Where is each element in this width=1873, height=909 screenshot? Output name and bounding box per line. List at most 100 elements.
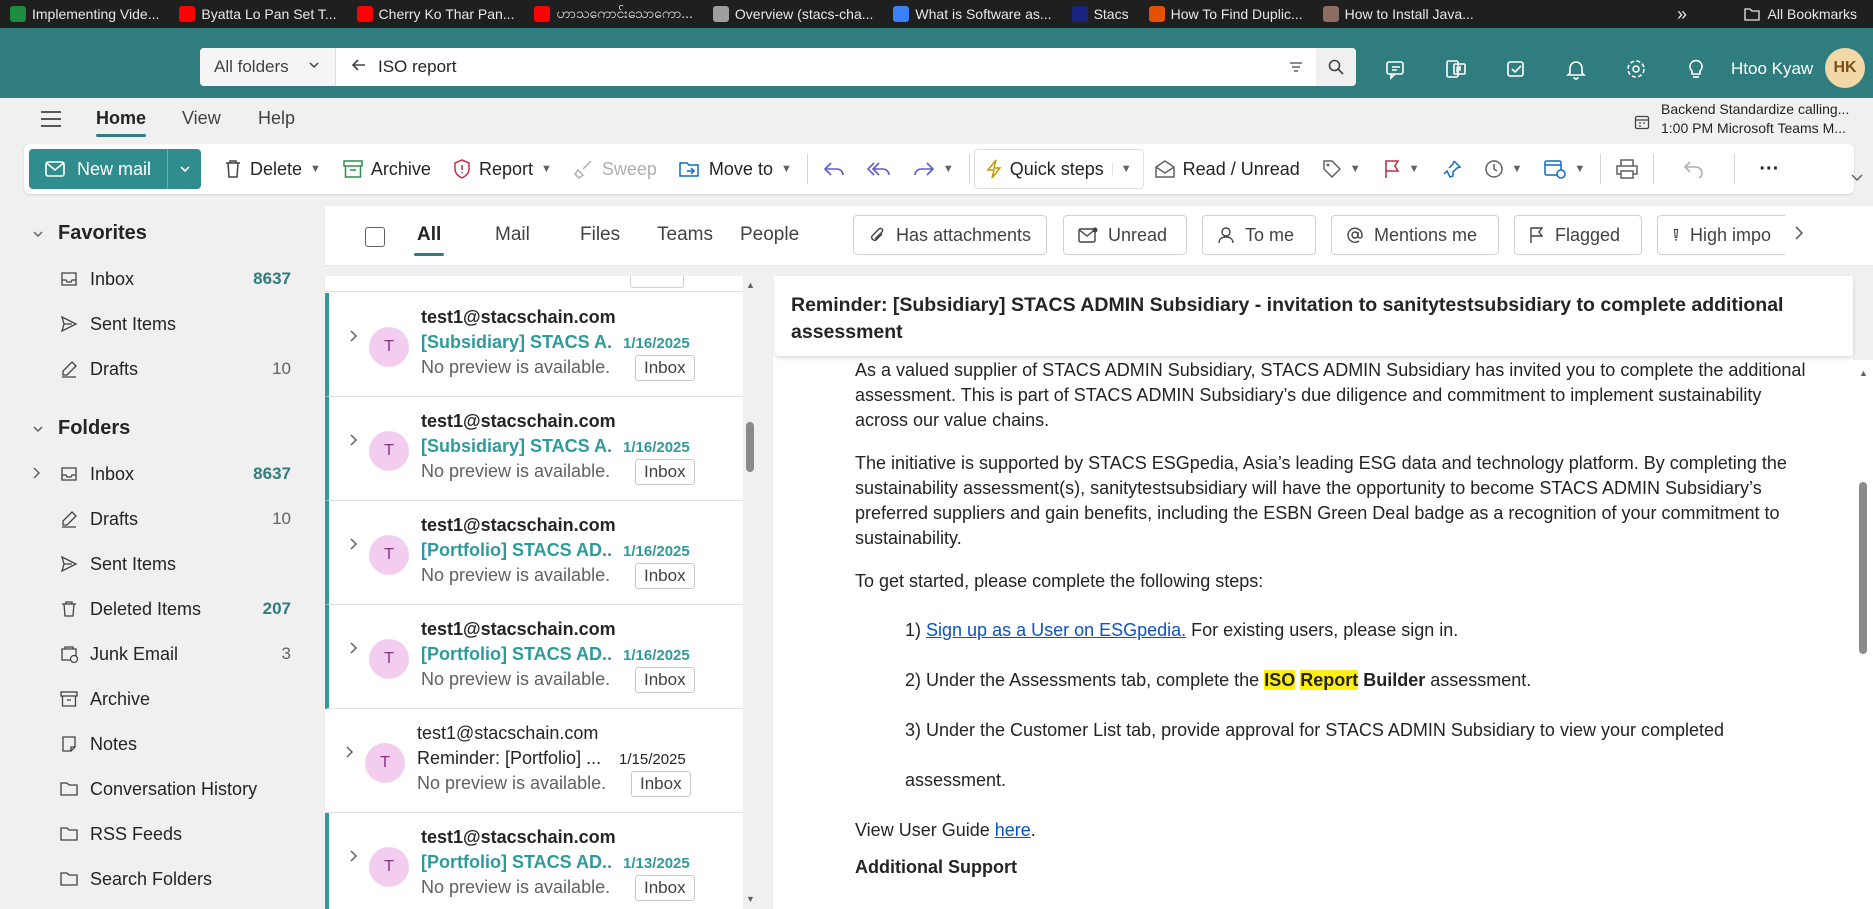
scroll-up-icon[interactable]: ▲ bbox=[1859, 368, 1868, 378]
signup-link[interactable]: Sign up as a User on ESGpedia. bbox=[926, 620, 1186, 640]
chevron-right-icon[interactable] bbox=[1793, 224, 1805, 247]
move-to-button[interactable]: Move to ▼ bbox=[668, 149, 803, 189]
filter-flagged[interactable]: Flagged bbox=[1514, 215, 1642, 255]
tab-files[interactable]: Files bbox=[580, 224, 620, 246]
search-input[interactable]: ISO report bbox=[378, 57, 1276, 77]
more-bookmarks-icon[interactable]: » bbox=[1677, 0, 1687, 28]
bookmark-item[interactable]: What is Software as... bbox=[883, 0, 1061, 28]
back-arrow-icon[interactable] bbox=[350, 56, 368, 79]
folder-tag[interactable]: Inbox bbox=[635, 875, 695, 901]
folders-header[interactable]: Folders bbox=[32, 417, 130, 440]
tab-view[interactable]: View bbox=[182, 108, 221, 129]
chevron-down-icon[interactable]: ▼ bbox=[781, 163, 792, 175]
user-name[interactable]: Htoo Kyaw bbox=[1731, 59, 1813, 79]
more-options-button[interactable]: ··· bbox=[1739, 149, 1799, 189]
filter-to-me[interactable]: To me bbox=[1202, 215, 1316, 255]
lightbulb-icon[interactable] bbox=[1666, 50, 1726, 88]
reply-button[interactable] bbox=[812, 149, 856, 189]
snooze-button[interactable]: ▼ bbox=[1473, 149, 1534, 189]
gear-icon[interactable] bbox=[1606, 50, 1666, 88]
new-mail-dropdown[interactable] bbox=[167, 149, 201, 189]
filter-has-attachments[interactable]: Has attachments bbox=[853, 215, 1047, 255]
reading-pane-scrollbar[interactable]: ▲ bbox=[1853, 360, 1873, 909]
pin-button[interactable] bbox=[1431, 149, 1473, 189]
bookmark-item[interactable]: How To Find Duplic... bbox=[1139, 0, 1313, 28]
sweep-button[interactable]: Sweep bbox=[563, 149, 668, 189]
bookmark-item[interactable]: Byatta Lo Pan Set T... bbox=[169, 0, 346, 28]
tab-teams[interactable]: Teams bbox=[657, 224, 713, 246]
folder-item-deleted-items[interactable]: Deleted Items 207 bbox=[60, 589, 295, 629]
categorize-button[interactable]: ▼ bbox=[1311, 149, 1372, 189]
folder-item-drafts[interactable]: Drafts 10 bbox=[60, 499, 295, 539]
onenote-icon[interactable] bbox=[1426, 50, 1486, 88]
filter-icon[interactable] bbox=[1276, 58, 1316, 76]
bookmark-item[interactable]: Overview (stacs-cha... bbox=[703, 0, 883, 28]
meeting-reminder[interactable]: Backend Standardize calling... 1:00 PM M… bbox=[1661, 100, 1849, 138]
list-item[interactable]: Ttest1@stacschain.com [Subsidiary] STACS … bbox=[325, 293, 743, 397]
scroll-thumb[interactable] bbox=[1859, 482, 1867, 654]
scroll-up-icon[interactable]: ▲ bbox=[746, 280, 755, 290]
list-item[interactable]: Ttest1@stacschain.com [Portfolio] STACS A… bbox=[325, 813, 743, 909]
bookmark-item[interactable]: How to Install Java... bbox=[1313, 0, 1484, 28]
folder-item-inbox[interactable]: Inbox 8637 bbox=[60, 454, 295, 494]
chevron-right-icon[interactable] bbox=[345, 745, 355, 762]
folder-tag[interactable]: Inbox bbox=[635, 563, 695, 589]
folder-tag[interactable]: Inbox bbox=[631, 771, 691, 797]
my-day-icon[interactable] bbox=[1486, 50, 1546, 88]
folder-tag[interactable]: Inbox bbox=[635, 355, 695, 381]
folder-item-notes[interactable]: Notes bbox=[60, 724, 295, 764]
chevron-down-icon[interactable]: ▼ bbox=[1512, 163, 1523, 175]
folder-item-sent-items[interactable]: Sent Items bbox=[60, 544, 295, 584]
search-box[interactable]: All folders ISO report bbox=[200, 48, 1356, 86]
folder-item-inbox[interactable]: Inbox 8637 bbox=[60, 259, 295, 299]
folder-tag[interactable]: Inbox bbox=[635, 459, 695, 485]
avatar[interactable]: HK bbox=[1825, 48, 1865, 88]
folder-item-conversation-history[interactable]: Conversation History bbox=[60, 769, 295, 809]
tab-all[interactable]: All bbox=[413, 224, 445, 256]
undo-button[interactable] bbox=[1658, 149, 1730, 189]
chevron-right-icon[interactable] bbox=[349, 537, 359, 554]
tab-mail[interactable]: Mail bbox=[495, 224, 530, 246]
tab-people[interactable]: People bbox=[740, 224, 799, 246]
teams-chat-icon[interactable] bbox=[1366, 50, 1426, 88]
filter-high-importance[interactable]: High impo bbox=[1657, 215, 1785, 255]
rules-button[interactable]: ▼ bbox=[1533, 149, 1596, 189]
all-bookmarks-button[interactable]: All Bookmarks bbox=[1743, 0, 1857, 28]
report-button[interactable]: Report ▼ bbox=[442, 149, 563, 189]
chevron-down-icon[interactable]: ▼ bbox=[1409, 163, 1420, 175]
forward-button[interactable]: ▼ bbox=[902, 149, 965, 189]
delete-button[interactable]: Delete ▼ bbox=[213, 149, 332, 189]
read-unread-button[interactable]: Read / Unread bbox=[1144, 149, 1311, 189]
new-mail-button[interactable]: New mail bbox=[29, 149, 167, 189]
chevron-right-icon[interactable] bbox=[349, 329, 359, 346]
scroll-thumb[interactable] bbox=[746, 422, 754, 472]
chevron-down-icon[interactable]: ▼ bbox=[943, 163, 954, 175]
chevron-down-icon[interactable]: ▼ bbox=[310, 163, 321, 175]
flag-button[interactable]: ▼ bbox=[1372, 149, 1431, 189]
chevron-right-icon[interactable] bbox=[349, 433, 359, 450]
archive-button[interactable]: Archive bbox=[332, 149, 442, 189]
bookmark-item[interactable]: ဟာသကောင်းသောကော... bbox=[524, 0, 702, 28]
chevron-down-icon[interactable]: ▼ bbox=[1111, 163, 1132, 175]
folder-item-junk-email[interactable]: Junk Email 3 bbox=[60, 634, 295, 674]
hamburger-menu-icon[interactable] bbox=[40, 110, 62, 133]
folder-item-drafts[interactable]: Drafts 10 bbox=[60, 349, 295, 389]
folder-item-sent-items[interactable]: Sent Items bbox=[60, 304, 295, 344]
tab-help[interactable]: Help bbox=[258, 108, 295, 129]
bookmark-item[interactable]: Cherry Ko Thar Pan... bbox=[347, 0, 525, 28]
folder-item-search-folders[interactable]: Search Folders bbox=[60, 859, 295, 899]
folder-scope-select[interactable]: All folders bbox=[200, 48, 336, 86]
folder-tag[interactable]: Inbox bbox=[635, 667, 695, 693]
bookmark-item[interactable]: Stacs bbox=[1062, 0, 1139, 28]
chevron-right-icon[interactable] bbox=[349, 849, 359, 866]
chevron-down-icon[interactable] bbox=[1850, 170, 1864, 189]
filter-mentions-me[interactable]: Mentions me bbox=[1331, 215, 1499, 255]
chevron-down-icon[interactable]: ▼ bbox=[541, 163, 552, 175]
quick-steps-button[interactable]: Quick steps ▼ bbox=[973, 149, 1144, 189]
bookmark-item[interactable]: Implementing Vide... bbox=[0, 0, 169, 28]
chevron-right-icon[interactable] bbox=[349, 641, 359, 658]
message-list-scrollbar[interactable]: ▲ ▼ bbox=[743, 276, 757, 909]
list-item[interactable]: Ttest1@stacschain.com [Portfolio] STACS A… bbox=[325, 501, 743, 605]
list-item[interactable]: Ttest1@stacschain.com [Portfolio] STACS A… bbox=[325, 605, 743, 709]
chevron-down-icon[interactable]: ▼ bbox=[1350, 163, 1361, 175]
